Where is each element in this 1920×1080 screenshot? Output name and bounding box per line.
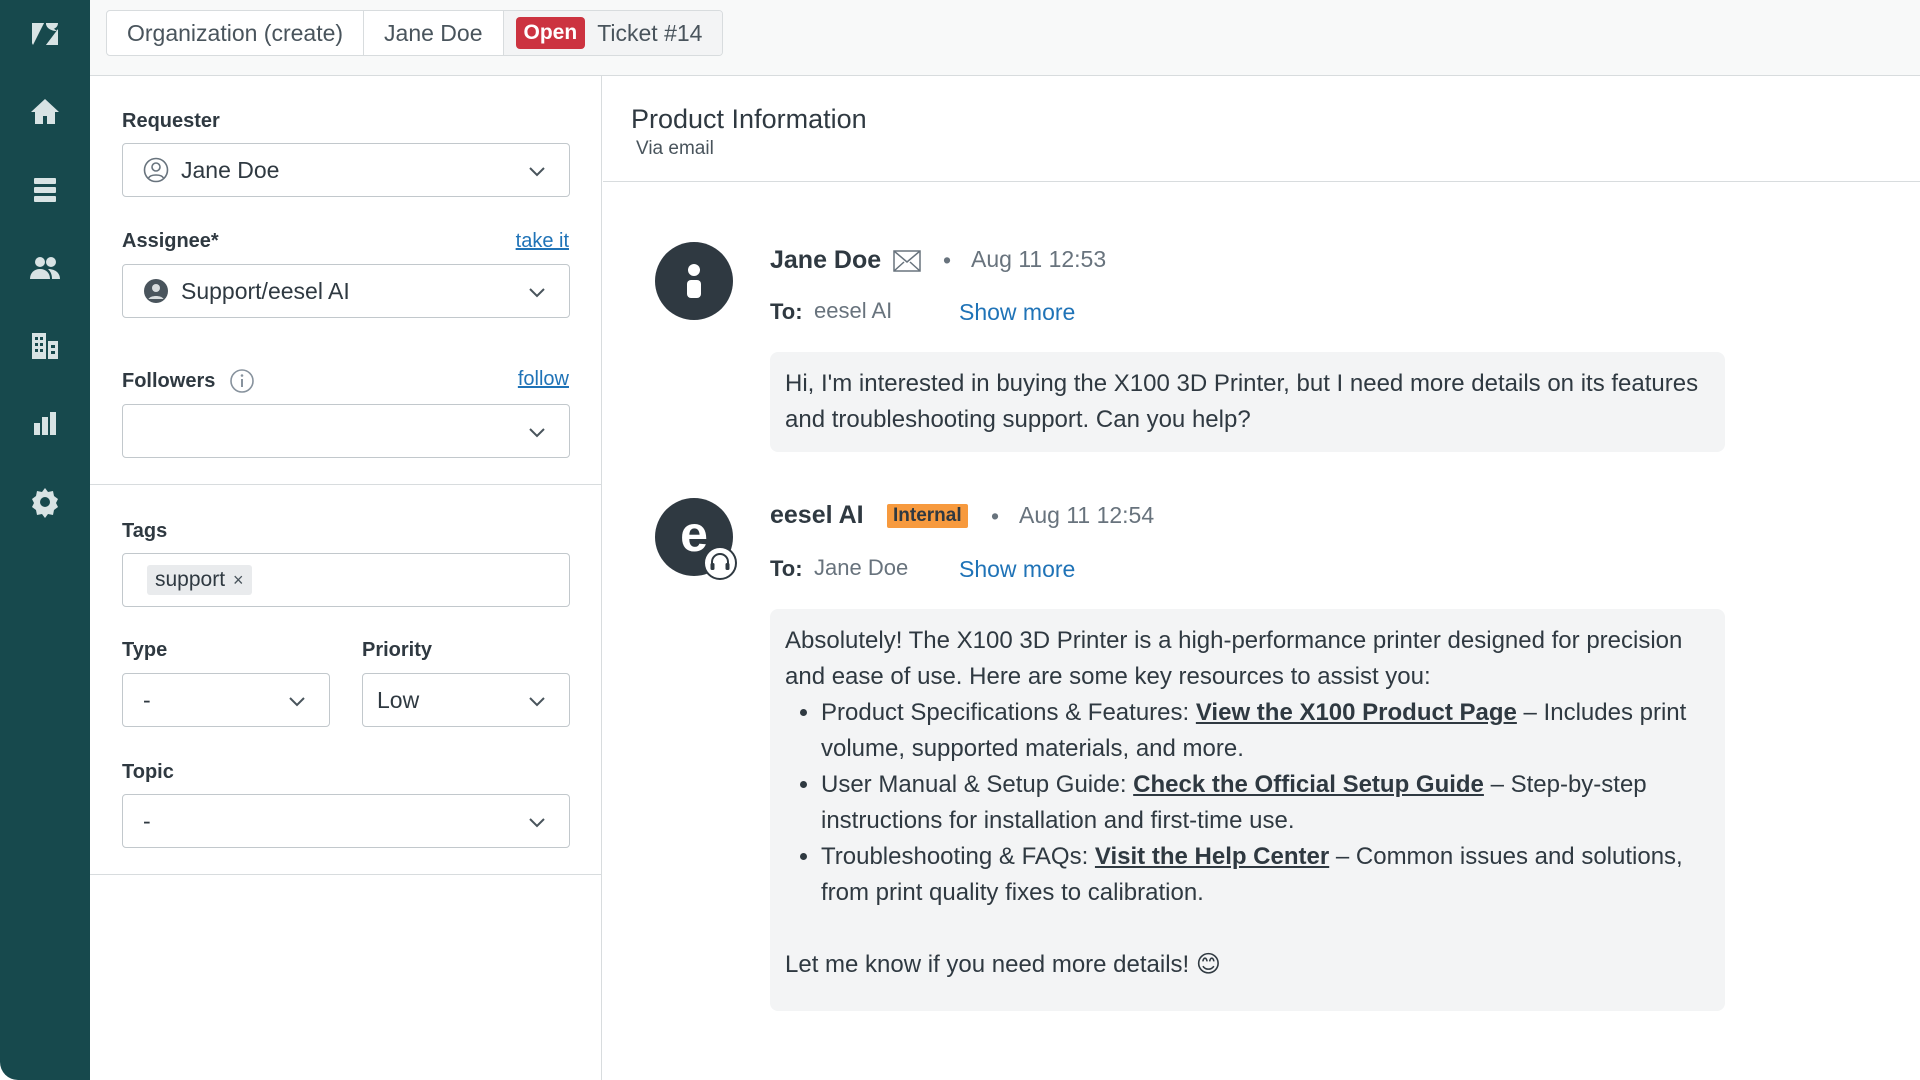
tab-user-label: Jane Doe [384,19,483,46]
agent-avatar-icon [144,279,168,303]
type-value: - [143,686,151,713]
tag-label: support [155,568,226,591]
chevron-down-icon [527,160,547,180]
conversation-pane: Product Information Via email Jane Doe •… [603,76,1920,1080]
tags-input[interactable]: support × [122,553,570,607]
chevron-down-icon [527,690,547,710]
follow-link[interactable]: follow [518,368,569,391]
zendesk-logo-icon[interactable] [25,14,65,54]
type-select[interactable]: - [122,673,330,727]
ticket-properties-panel: Requester Jane Doe Assignee* take it Sup… [90,76,602,1080]
topic-select[interactable]: - [122,794,570,848]
ticket-channel: Via email [636,138,714,159]
list-item: Product Specifications & Features: View … [821,695,1710,767]
followers-label: Followers [122,369,216,392]
recipient-label: To: [770,299,803,324]
chevron-down-icon [527,281,547,301]
conversation-header: Product Information Via email [603,76,1920,182]
tag-chip: support × [147,565,252,595]
message-closing: Let me know if you need more details! 😊 [785,951,1221,978]
info-icon[interactable] [229,368,255,394]
requester-select[interactable]: Jane Doe [122,143,570,197]
chevron-down-icon [527,811,547,831]
recipient-value: Jane Doe [814,555,909,580]
followers-select[interactable] [122,404,570,458]
setup-guide-link[interactable]: Check the Official Setup Guide [1133,771,1484,798]
top-tab-bar: Organization (create) Jane Doe Open Tick… [90,0,1920,76]
tab-ticket[interactable]: Open Ticket #14 [503,11,723,55]
assignee-select[interactable]: Support/eesel AI [122,264,570,318]
topic-value: - [143,807,151,834]
help-center-link[interactable]: Visit the Help Center [1095,843,1329,870]
chevron-down-icon [527,421,547,441]
headset-icon [703,546,737,580]
tab-organization[interactable]: Organization (create) [107,11,365,55]
tab-strip: Organization (create) Jane Doe Open Tick… [106,10,724,56]
chevron-down-icon [287,690,307,710]
message-sender[interactable]: Jane Doe [770,246,881,275]
avatar[interactable] [655,242,733,320]
home-icon[interactable] [25,92,65,132]
resource-list: Product Specifications & Features: View … [821,695,1710,911]
email-icon [893,250,921,272]
message-text: Hi, I'm interested in buying the X100 3D… [785,370,1699,433]
list-item: User Manual & Setup Guide: Check the Off… [821,767,1710,839]
message-intro: Absolutely! The X100 3D Printer is a hig… [785,627,1683,690]
product-page-link[interactable]: View the X100 Product Page [1196,699,1517,726]
tab-ticket-label: Ticket #14 [597,19,703,46]
show-more-link[interactable]: Show more [959,556,1075,583]
message-body: Absolutely! The X100 3D Printer is a hig… [770,609,1725,1011]
requester-value: Jane Doe [181,156,280,183]
item-prefix: Troubleshooting & FAQs: [821,843,1095,870]
internal-badge: Internal [887,504,968,528]
admin-settings-icon[interactable] [25,482,65,522]
message-sender[interactable]: eesel AI [770,501,864,530]
panel-divider [90,874,601,875]
message-body: Hi, I'm interested in buying the X100 3D… [770,352,1725,452]
message-separator: • [943,247,952,273]
item-prefix: User Manual & Setup Guide: [821,771,1134,798]
priority-select[interactable]: Low [362,673,570,727]
take-it-link[interactable]: take it [516,230,569,253]
panel-divider [90,484,601,485]
show-more-link[interactable]: Show more [959,299,1075,326]
tab-organization-label: Organization (create) [127,19,344,46]
followers-label-row: Followers [122,368,255,394]
status-badge: Open [515,17,586,49]
ticket-subject: Product Information [631,104,867,134]
requester-label: Requester [122,110,220,132]
user-silhouette-icon [687,264,701,298]
message-timestamp: Aug 11 12:54 [1019,502,1155,528]
priority-value: Low [377,686,420,713]
topic-label: Topic [122,761,174,783]
tag-remove-icon[interactable]: × [233,570,244,591]
views-icon[interactable] [25,170,65,210]
nav-rail [0,0,90,1080]
tags-label: Tags [122,520,168,542]
list-item: Troubleshooting & FAQs: Visit the Help C… [821,839,1710,911]
message-timestamp: Aug 11 12:53 [971,246,1107,272]
item-prefix: Product Specifications & Features: [821,699,1196,726]
type-label: Type [122,639,168,661]
reporting-icon[interactable] [25,404,65,444]
assignee-value: Support/eesel AI [181,277,350,304]
recipient-value: eesel AI [814,298,893,323]
organizations-icon[interactable] [25,326,65,366]
user-circle-icon [143,157,169,183]
internal-badge-label: Internal [887,504,968,528]
recipient-label: To: [770,556,803,581]
priority-label: Priority [362,639,433,661]
customers-icon[interactable] [25,248,65,288]
tab-user[interactable]: Jane Doe [364,11,504,55]
message-separator: • [991,503,1000,529]
assignee-label: Assignee* [122,230,219,252]
